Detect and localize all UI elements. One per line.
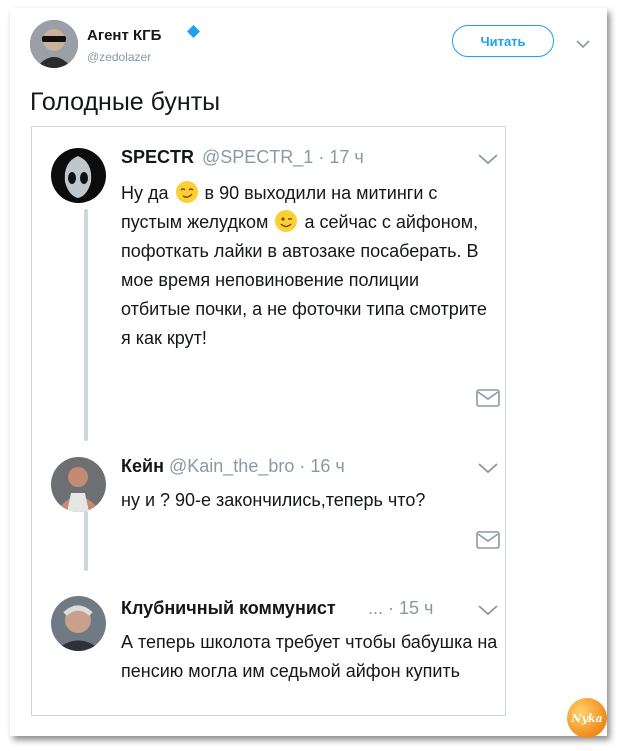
meta-separator: · [388,598,400,618]
reply-text: ну и ? 90-е закончились,теперь что? [121,490,426,510]
reply-meta: ... · 15 ч [368,598,433,619]
reply-name[interactable]: Кейн [121,456,164,477]
reply-text-part: Ну да [121,183,174,203]
reply-time[interactable]: 15 ч [399,598,433,618]
author-avatar[interactable] [30,20,78,68]
envelope-icon[interactable] [476,531,500,549]
author-handle[interactable]: @zedolazer [87,50,151,64]
meta-separator: · [299,456,311,476]
reply-time[interactable]: 17 ч [329,147,363,167]
reply-text-part: а сейчас с айфоном, пофоткать лайки в ав… [121,212,487,348]
meta-separator: · [318,147,330,167]
envelope-icon[interactable] [476,389,500,407]
reply-meta: @SPECTR_1 · 17 ч [202,147,364,168]
follow-button[interactable]: Читать [452,25,554,57]
replies-thread: SPECTR @SPECTR_1 · 17 ч Ну да в 90 выход… [31,126,506,716]
thread-connector [84,209,88,441]
thread-connector [84,511,88,571]
chevron-down-icon[interactable] [576,39,590,49]
reply-avatar-image [51,457,106,512]
author-avatar-image [30,20,78,68]
reply-name[interactable]: SPECTR [121,147,194,168]
winking-face-icon [275,210,298,232]
reply-handle[interactable]: @SPECTR_1 [202,147,313,167]
reply-avatar[interactable] [51,596,106,651]
tweet-card: Агент КГБ @zedolazer Читать Голодные бун… [10,8,607,738]
chevron-down-icon[interactable] [478,604,498,616]
tweet-text: Голодные бунты [30,88,221,116]
reply-text: А теперь школота требует чтобы бабушка н… [121,632,498,681]
reply-handle[interactable]: ... [368,598,383,618]
smirking-face-icon [175,181,198,203]
reply-avatar-image [51,148,106,203]
reply-meta: @Kain_the_bro · 16 ч [169,456,345,477]
reply-avatar-image [51,596,106,651]
reply-name[interactable]: Клубничный коммунист [121,598,336,619]
watermark-logo: Nyka [567,698,607,738]
verified-icon [187,25,200,38]
author-name[interactable]: Агент КГБ [87,27,161,44]
reply-time[interactable]: 16 ч [310,456,344,476]
reply-text: Ну да в 90 выходили на митинги с пустым … [121,179,491,353]
reply-avatar[interactable] [51,148,106,203]
chevron-down-icon[interactable] [478,462,498,474]
chevron-down-icon[interactable] [478,153,498,165]
reply-avatar[interactable] [51,457,106,512]
reply-handle[interactable]: @Kain_the_bro [169,456,294,476]
